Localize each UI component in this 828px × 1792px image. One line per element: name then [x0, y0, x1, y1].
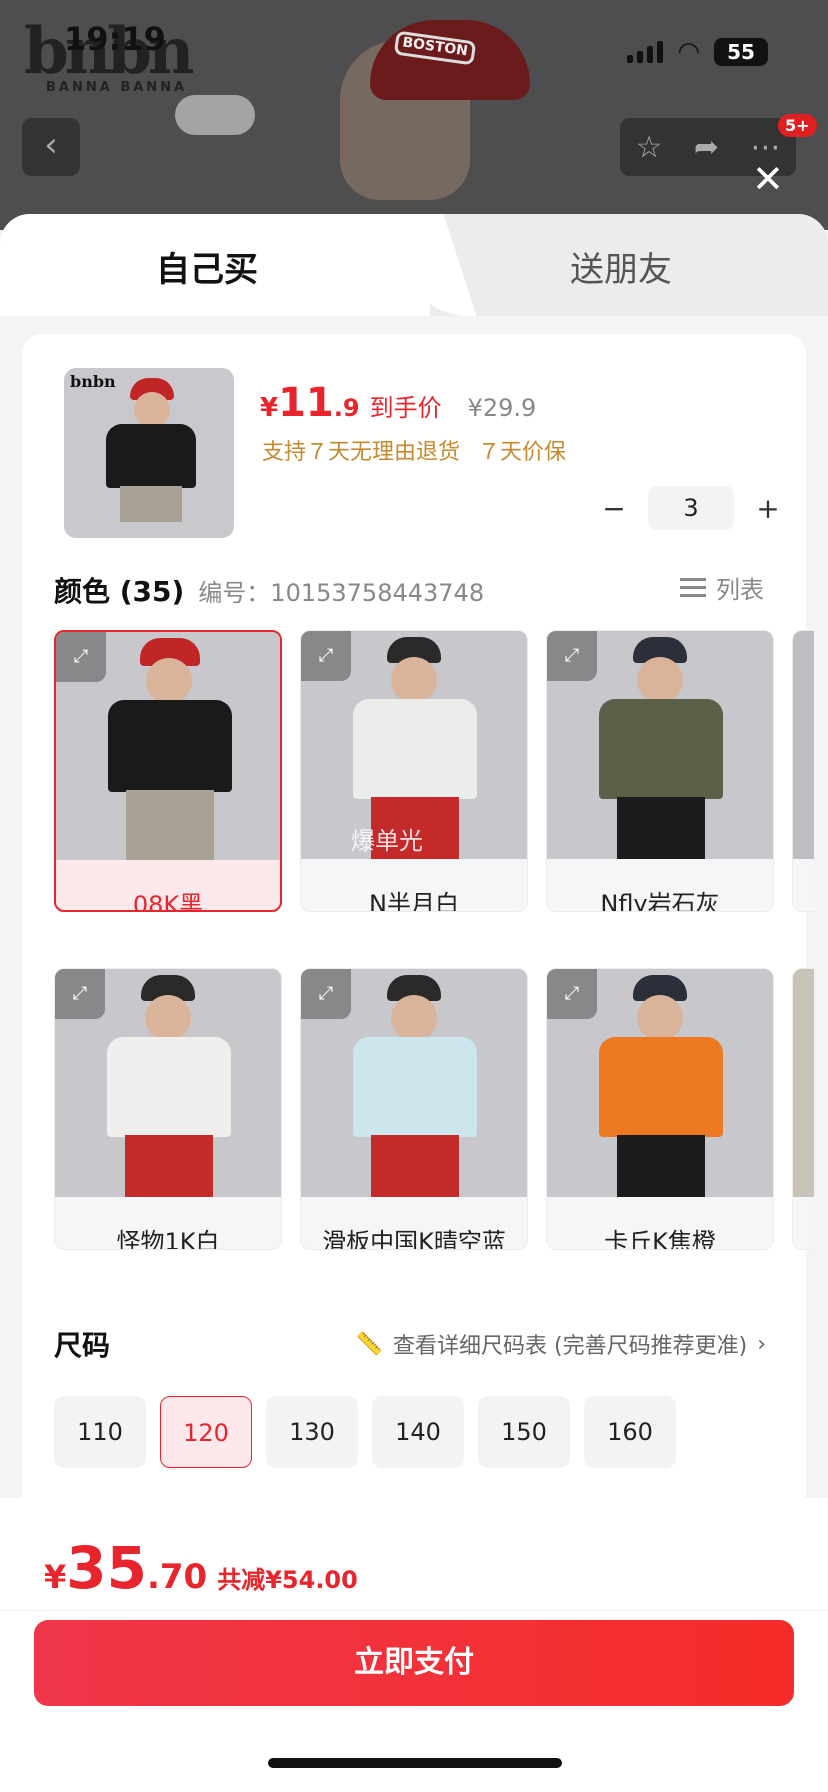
- size-option-110[interactable]: 110: [54, 1396, 146, 1468]
- product-options-card: bnbn ¥11.9 到手价 ¥29.9 支持７天无理由退货 ７天价保 − 3 …: [22, 334, 814, 1514]
- expand-icon[interactable]: ⤢: [547, 969, 597, 1019]
- size-title: 尺码: [54, 1329, 111, 1362]
- chevron-right-icon: ›: [757, 1331, 766, 1357]
- price-protect: ７天价保: [478, 440, 567, 465]
- pay-now-button[interactable]: 立即支付: [34, 1620, 794, 1706]
- expand-icon[interactable]: ⤢: [547, 631, 597, 681]
- thumb-head: [134, 392, 170, 428]
- color-option-pika-orange[interactable]: ⤢ 卡丘K焦橙: [546, 968, 774, 1250]
- close-icon[interactable]: ✕: [752, 160, 784, 198]
- home-indicator: [268, 1758, 562, 1768]
- status-icons: ◠ 55: [627, 38, 768, 66]
- color-option-partial[interactable]: [792, 630, 814, 912]
- size-option-120[interactable]: 120: [160, 1396, 252, 1468]
- size-option-130[interactable]: 130: [266, 1396, 358, 1468]
- price-row: ¥11.9 到手价 ¥29.9: [260, 380, 536, 426]
- size-chart-link[interactable]: 📏 查看详细尺码表 (完善尺码推荐更准) ›: [356, 1328, 766, 1360]
- color-option-label: 卡丘K焦橙: [604, 1228, 716, 1250]
- color-header: 颜色 (35) 编号：10153758443748: [54, 570, 484, 610]
- size-option-140[interactable]: 140: [372, 1396, 464, 1468]
- brand-sub: BANNA BANNA: [46, 80, 188, 95]
- color-grid: ⤢ 08K黑 爆单光 ⤢ N半月白 ⤢ Nfly岩石灰 ⤢ 怪物1K白 ⤢ 滑板…: [54, 630, 814, 1290]
- size-options: 110 120 130 140 150 160: [54, 1396, 676, 1468]
- expand-icon[interactable]: ⤢: [55, 969, 105, 1019]
- color-option-label: N半月白: [369, 890, 459, 912]
- product-thumbnail[interactable]: bnbn: [64, 368, 234, 538]
- watermark-text: 爆单光: [351, 827, 423, 855]
- expand-icon[interactable]: ⤢: [301, 969, 351, 1019]
- tab-buy-self[interactable]: 自己买: [156, 242, 258, 291]
- thumb-logo: bnbn: [70, 372, 116, 391]
- color-option-skate-sky-blue[interactable]: ⤢ 滑板中国K晴空蓝: [300, 968, 528, 1250]
- thumb-shirt: [106, 424, 196, 488]
- size-option-160[interactable]: 160: [584, 1396, 676, 1468]
- product-code: 编号：10153758443748: [198, 579, 485, 607]
- color-option-08k-black[interactable]: ⤢ 08K黑: [54, 630, 282, 912]
- share-icon[interactable]: ➦: [694, 130, 719, 165]
- wifi-icon: ◠: [677, 37, 700, 67]
- quantity-stepper: − 3 +: [602, 486, 780, 530]
- size-option-150[interactable]: 150: [478, 1396, 570, 1468]
- total-price: ¥35.70 共减¥54.00: [44, 1534, 358, 1602]
- increase-button[interactable]: +: [756, 492, 780, 525]
- back-button[interactable]: ‹: [22, 118, 80, 176]
- color-option-n-moon-white[interactable]: 爆单光 ⤢ N半月白: [300, 630, 528, 912]
- quantity-input[interactable]: 3: [648, 486, 734, 530]
- expand-icon[interactable]: ⤢: [301, 631, 351, 681]
- final-price-label: 到手价: [369, 394, 442, 422]
- color-option-label: 滑板中国K晴空蓝: [322, 1228, 506, 1250]
- ruler-icon: 📏: [355, 1331, 384, 1357]
- color-title: 颜色 (35): [54, 575, 185, 608]
- star-icon[interactable]: ☆: [636, 130, 663, 165]
- original-price: ¥29.9: [467, 394, 537, 422]
- color-option-label: 08K黑: [132, 891, 204, 912]
- list-icon: [680, 576, 706, 600]
- return-policy: 支持７天无理由退货: [262, 440, 461, 465]
- divider: [0, 1610, 828, 1611]
- expand-icon[interactable]: ⤢: [56, 632, 106, 682]
- color-option-monster-white[interactable]: ⤢ 怪物1K白: [54, 968, 282, 1250]
- color-option-label: Nfly岩石灰: [600, 890, 720, 912]
- binocular-shape: [175, 95, 255, 135]
- thumb-shorts: [120, 486, 182, 522]
- total-saving: 共减¥54.00: [217, 1566, 358, 1594]
- color-option-label: 怪物1K白: [116, 1228, 220, 1250]
- purchase-tabs: 自己买 送朋友: [0, 214, 828, 316]
- final-price: ¥11.9: [260, 380, 360, 426]
- battery-icon: 55: [714, 38, 768, 66]
- list-view-toggle[interactable]: 列表: [680, 570, 764, 605]
- status-time: 19:19: [64, 20, 166, 58]
- tab-gift-friend[interactable]: 送朋友: [570, 242, 672, 291]
- checkout-bar: ¥35.70 共减¥54.00 立即支付: [0, 1498, 828, 1792]
- signal-icon: [627, 41, 664, 63]
- decrease-button[interactable]: −: [602, 492, 626, 525]
- color-option-nfly-rock-grey[interactable]: ⤢ Nfly岩石灰: [546, 630, 774, 912]
- color-option-partial[interactable]: [792, 968, 814, 1250]
- message-badge: 5+: [778, 114, 817, 137]
- guarantee-row: 支持７天无理由退货 ７天价保: [262, 434, 566, 466]
